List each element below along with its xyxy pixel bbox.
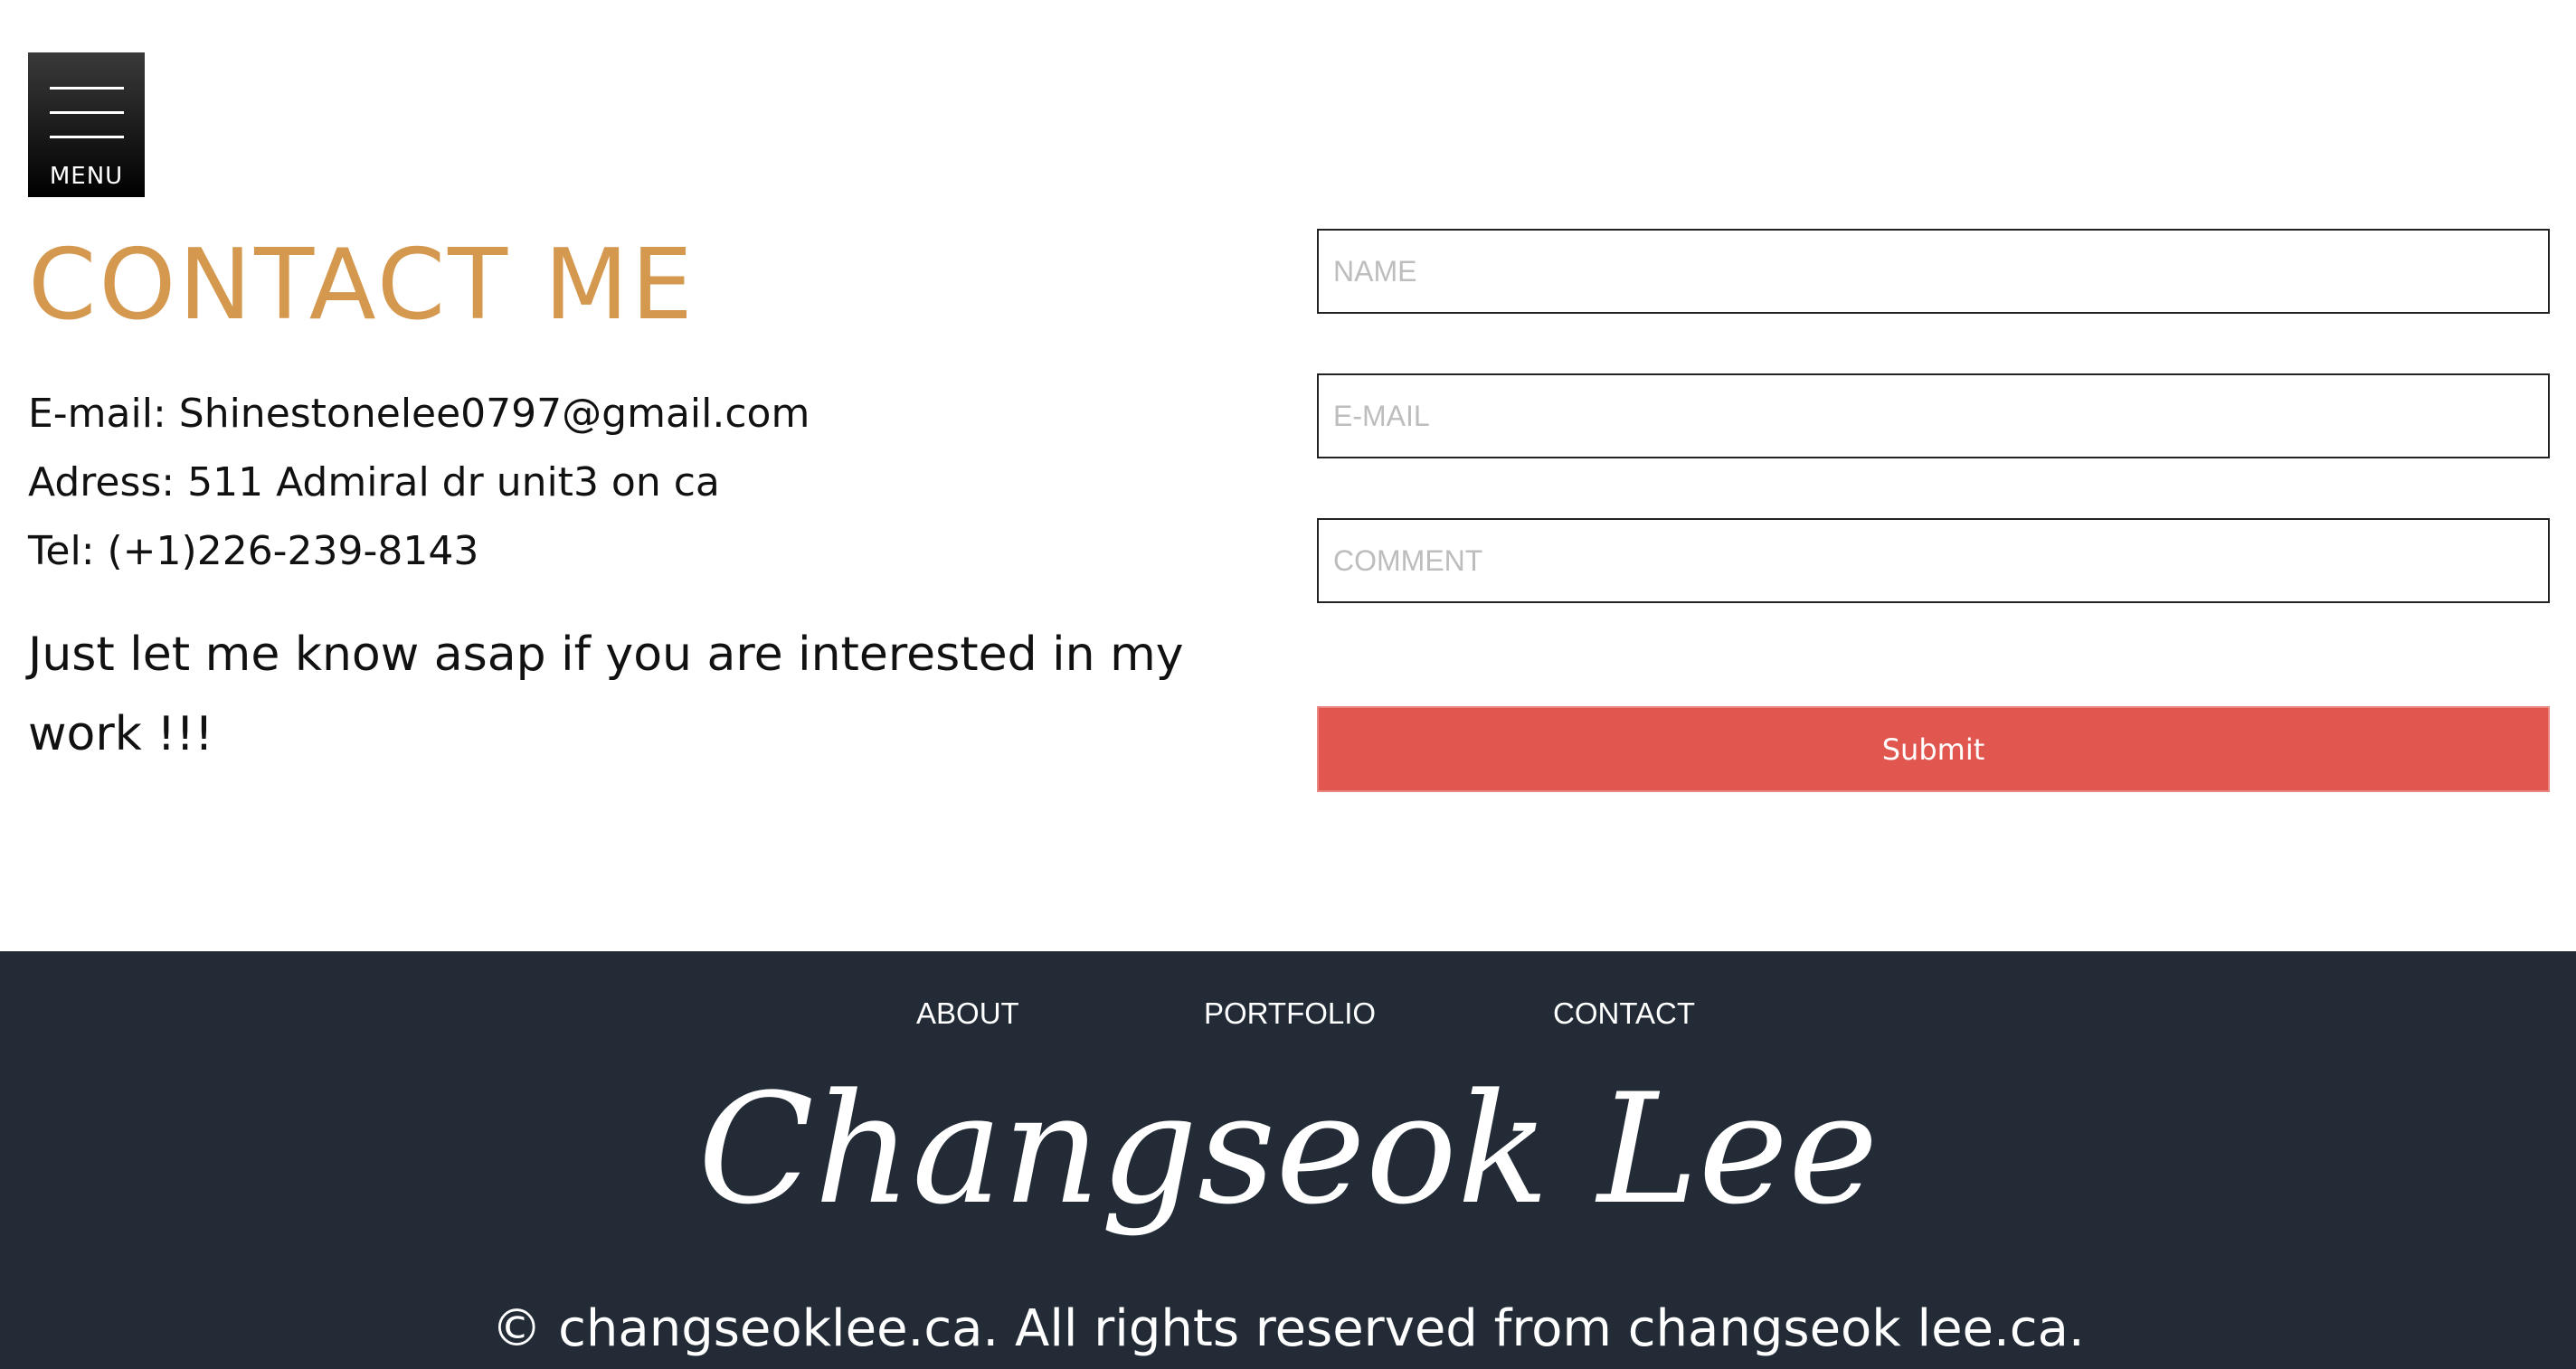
submit-button[interactable]: Submit bbox=[1317, 706, 2550, 792]
contact-message: Just let me know asap if you are interes… bbox=[28, 628, 1184, 761]
name-input[interactable] bbox=[1317, 229, 2550, 314]
page: MENU CONTACT ME E-mail: Shinestonelee079… bbox=[0, 0, 2576, 1369]
page-title: CONTACT ME bbox=[28, 229, 696, 342]
comment-input[interactable] bbox=[1317, 518, 2550, 603]
hamburger-icon-line bbox=[50, 111, 124, 114]
email-input[interactable] bbox=[1317, 373, 2550, 458]
footer: ABOUT PORTFOLIO CONTACT Changseok Lee © … bbox=[0, 951, 2576, 1369]
hamburger-icon-line bbox=[50, 136, 124, 138]
hamburger-icon-line bbox=[50, 87, 124, 90]
footer-nav-portfolio[interactable]: PORTFOLIO bbox=[1204, 996, 1376, 1031]
contact-email: E-mail: Shinestonelee0797@gmail.com bbox=[28, 391, 810, 437]
footer-nav-about[interactable]: ABOUT bbox=[916, 996, 1019, 1031]
footer-logo: Changseok Lee bbox=[697, 1061, 1879, 1238]
footer-nav-contact[interactable]: CONTACT bbox=[1553, 996, 1695, 1031]
contact-address: Adress: 511 Admiral dr unit3 on ca bbox=[28, 459, 720, 505]
menu-button[interactable]: MENU bbox=[28, 52, 145, 197]
footer-copyright: © changseoklee.ca. All rights reserved f… bbox=[491, 1299, 2085, 1358]
menu-label: MENU bbox=[49, 163, 124, 190]
contact-phone: Tel: (+1)226-239-8143 bbox=[28, 528, 479, 574]
